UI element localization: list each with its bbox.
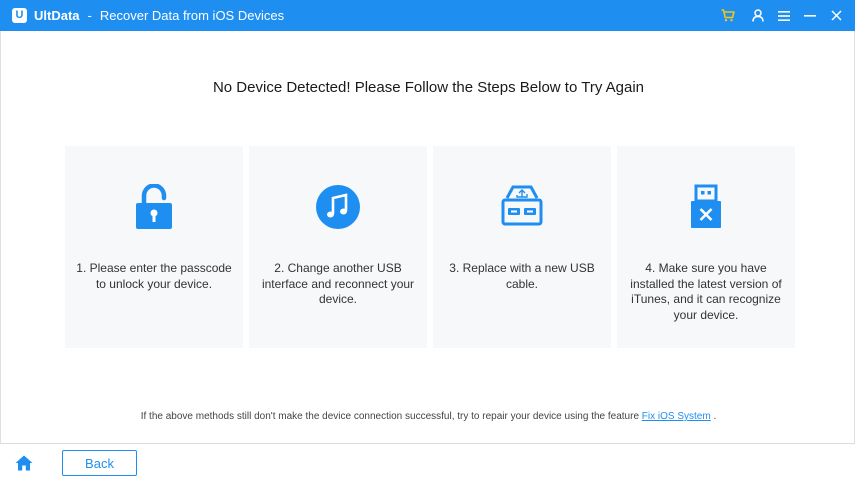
step-card-2: 2. Change another USB interface and reco…: [249, 146, 427, 348]
main-content: No Device Detected! Please Follow the St…: [0, 31, 855, 443]
close-icon[interactable]: [823, 0, 849, 31]
usb-error-icon: [617, 184, 795, 230]
step-text: 2. Change another USB interface and reco…: [261, 261, 415, 306]
menu-icon[interactable]: [771, 0, 797, 31]
home-icon[interactable]: [14, 453, 34, 473]
logo-letter: U: [15, 9, 24, 21]
cart-icon[interactable]: [715, 0, 741, 31]
help-note-text: If the above methods still don't make th…: [140, 411, 640, 422]
step-card-3: 3. Replace with a new USB cable.: [433, 146, 611, 348]
itunes-icon: [249, 184, 427, 230]
app-name: UltData: [34, 8, 80, 23]
app-logo-icon: U: [12, 8, 27, 23]
unlock-icon: [65, 184, 243, 230]
bottom-bar: Back: [0, 443, 855, 482]
title-bar: U UltData - Recover Data from iOS Device…: [0, 0, 855, 31]
step-card-1: 1. Please enter the passcode to unlock y…: [65, 146, 243, 348]
back-button[interactable]: Back: [62, 450, 137, 476]
steps-list: 1. Please enter the passcode to unlock y…: [65, 146, 795, 348]
minimize-icon[interactable]: [797, 0, 823, 31]
title-separator: -: [87, 8, 92, 23]
help-note-suffix: .: [713, 411, 717, 422]
step-card-4: 4. Make sure you have installed the late…: [617, 146, 795, 348]
fix-ios-system-link[interactable]: Fix iOS System: [642, 411, 711, 422]
user-icon[interactable]: [745, 0, 771, 31]
step-text: 4. Make sure you have installed the late…: [630, 261, 782, 322]
page-heading: No Device Detected! Please Follow the St…: [212, 79, 645, 96]
step-text: 1. Please enter the passcode to unlock y…: [76, 261, 232, 291]
usb-port-icon: [433, 184, 611, 228]
step-text: 3. Replace with a new USB cable.: [449, 261, 595, 291]
window-title: Recover Data from iOS Devices: [99, 8, 285, 23]
help-note: If the above methods still don't make th…: [1, 411, 855, 422]
window-controls: [715, 0, 855, 31]
